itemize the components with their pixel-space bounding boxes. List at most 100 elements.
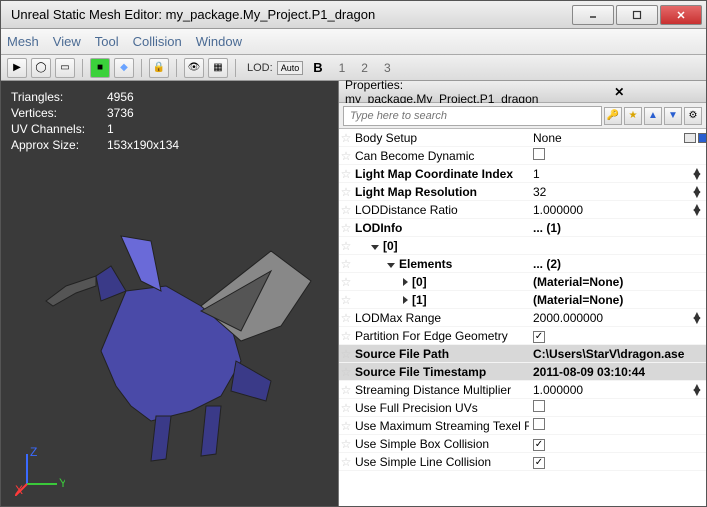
fav-icon[interactable]: ☆: [339, 329, 353, 343]
search-fav-icon[interactable]: ★: [624, 107, 642, 125]
fav-icon[interactable]: ☆: [339, 347, 353, 361]
properties-list: ☆ Body Setup None ☆ Can Become Dynamic ☆…: [339, 129, 706, 506]
prop-body-setup[interactable]: ☆ Body Setup None: [339, 129, 706, 147]
menu-collision[interactable]: Collision: [133, 34, 182, 49]
fav-icon[interactable]: ☆: [339, 419, 353, 433]
tool-realtime-icon[interactable]: ▶: [7, 58, 27, 78]
fav-icon[interactable]: ☆: [339, 293, 353, 307]
separator: [141, 59, 142, 77]
properties-close-icon[interactable]: ✕: [538, 85, 700, 99]
fav-icon[interactable]: ☆: [339, 401, 353, 415]
search-down-icon[interactable]: ▼: [664, 107, 682, 125]
prop-element-1[interactable]: ☆ [1] (Material=None): [339, 291, 706, 309]
fav-icon[interactable]: ☆: [339, 167, 353, 181]
fav-icon[interactable]: ☆: [339, 239, 353, 253]
search-key-icon[interactable]: 🔑: [604, 107, 622, 125]
properties-title: Properties: my_package.My_Project.P1_dra…: [345, 78, 538, 106]
prop-lod-distance-ratio[interactable]: ☆ LODDistance Ratio 1.000000 ▲▼: [339, 201, 706, 219]
fav-icon[interactable]: ☆: [339, 437, 353, 451]
fav-icon[interactable]: ☆: [339, 455, 353, 469]
browse-icon[interactable]: [684, 133, 696, 143]
menu-tool[interactable]: Tool: [95, 34, 119, 49]
checkbox[interactable]: [533, 418, 545, 430]
menu-view[interactable]: View: [53, 34, 81, 49]
spinner[interactable]: ▲▼: [691, 385, 703, 395]
window-titlebar: Unreal Static Mesh Editor: my_package.My…: [1, 1, 706, 29]
minimize-button[interactable]: [572, 5, 614, 25]
prop-source-file-timestamp[interactable]: ☆ Source File Timestamp 2011-08-09 03:10…: [339, 363, 706, 381]
svg-text:X: X: [15, 483, 23, 496]
checkbox[interactable]: [533, 400, 545, 412]
prop-lightmap-resolution[interactable]: ☆ Light Map Resolution 32 ▲▼: [339, 183, 706, 201]
separator: [235, 59, 236, 77]
expand-icon[interactable]: [403, 278, 408, 286]
fav-icon[interactable]: ☆: [339, 275, 353, 289]
use-icon[interactable]: [698, 133, 706, 143]
prop-use-simple-box-collision[interactable]: ☆ Use Simple Box Collision ✓: [339, 435, 706, 453]
spinner[interactable]: ▲▼: [691, 169, 703, 179]
fav-icon[interactable]: ☆: [339, 131, 353, 145]
fav-icon[interactable]: ☆: [339, 365, 353, 379]
prop-lodmax-range[interactable]: ☆ LODMax Range 2000.000000 ▲▼: [339, 309, 706, 327]
search-up-icon[interactable]: ▲: [644, 107, 662, 125]
spinner[interactable]: ▲▼: [691, 187, 703, 197]
checkbox[interactable]: ✓: [533, 331, 545, 343]
spinner[interactable]: ▲▼: [691, 313, 703, 323]
tool-grid-icon[interactable]: ▦: [208, 58, 228, 78]
menu-window[interactable]: Window: [196, 34, 242, 49]
window-title: Unreal Static Mesh Editor: my_package.My…: [1, 7, 572, 22]
fav-icon[interactable]: ☆: [339, 185, 353, 199]
axis-gizmo: Z Y X: [15, 446, 65, 496]
mesh-preview: [1, 81, 338, 501]
lod-1-button[interactable]: 1: [339, 61, 346, 75]
prop-use-max-streaming-texel[interactable]: ☆ Use Maximum Streaming Texel R: [339, 417, 706, 435]
prop-use-full-precision-uvs[interactable]: ☆ Use Full Precision UVs: [339, 399, 706, 417]
tool-lock-icon[interactable]: 🔒: [149, 58, 169, 78]
prop-source-file-path[interactable]: ☆ Source File Path C:\Users\StarV\dragon…: [339, 345, 706, 363]
separator: [82, 59, 83, 77]
close-button[interactable]: [660, 5, 702, 25]
fav-icon[interactable]: ☆: [339, 311, 353, 325]
properties-panel: Properties: my_package.My_Project.P1_dra…: [338, 81, 706, 506]
lod-2-button[interactable]: 2: [361, 61, 368, 75]
search-input[interactable]: [343, 106, 602, 126]
prop-partition-edge-geometry[interactable]: ☆ Partition For Edge Geometry ✓: [339, 327, 706, 345]
tool-box-icon[interactable]: ▭: [55, 58, 75, 78]
prop-streaming-distance-multiplier[interactable]: ☆ Streaming Distance Multiplier 1.000000…: [339, 381, 706, 399]
properties-searchbar: 🔑 ★ ▲ ▼ ⚙: [339, 103, 706, 129]
menu-mesh[interactable]: Mesh: [7, 34, 39, 49]
tool-cube-icon[interactable]: ◆: [114, 58, 134, 78]
prop-elements[interactable]: ☆ Elements ... (2): [339, 255, 706, 273]
prop-use-simple-line-collision[interactable]: ☆ Use Simple Line Collision ✓: [339, 453, 706, 471]
fav-icon[interactable]: ☆: [339, 203, 353, 217]
fav-icon[interactable]: ☆: [339, 383, 353, 397]
fav-icon[interactable]: ☆: [339, 149, 353, 163]
tool-wire-icon[interactable]: ■: [90, 58, 110, 78]
lod-3-button[interactable]: 3: [384, 61, 391, 75]
prop-can-become-dynamic[interactable]: ☆ Can Become Dynamic: [339, 147, 706, 165]
fav-icon[interactable]: ☆: [339, 221, 353, 235]
lod-auto-button[interactable]: Auto: [277, 61, 304, 75]
prop-element-0[interactable]: ☆ [0] (Material=None): [339, 273, 706, 291]
checkbox[interactable]: ✓: [533, 457, 545, 469]
expand-icon[interactable]: [387, 263, 395, 268]
expand-icon[interactable]: [371, 245, 379, 250]
separator: [176, 59, 177, 77]
3d-viewport[interactable]: Triangles:4956 Vertices:3736 UV Channels…: [1, 81, 338, 506]
menubar: Mesh View Tool Collision Window: [1, 29, 706, 55]
search-options-icon[interactable]: ⚙: [684, 107, 702, 125]
tool-sphere-icon[interactable]: ◯: [31, 58, 51, 78]
prop-lodinfo-0[interactable]: ☆ [0]: [339, 237, 706, 255]
maximize-button[interactable]: [616, 5, 658, 25]
tool-eye-icon[interactable]: 👁: [184, 58, 204, 78]
spinner[interactable]: ▲▼: [691, 205, 703, 215]
expand-icon[interactable]: [403, 296, 408, 304]
fav-icon[interactable]: ☆: [339, 257, 353, 271]
prop-lightmap-coord-index[interactable]: ☆ Light Map Coordinate Index 1 ▲▼: [339, 165, 706, 183]
properties-header: Properties: my_package.My_Project.P1_dra…: [339, 81, 706, 103]
checkbox[interactable]: ✓: [533, 439, 545, 451]
lod-base-button[interactable]: B: [313, 60, 322, 75]
prop-lodinfo[interactable]: ☆ LODInfo ... (1): [339, 219, 706, 237]
svg-text:Z: Z: [30, 446, 37, 459]
checkbox[interactable]: [533, 148, 545, 160]
